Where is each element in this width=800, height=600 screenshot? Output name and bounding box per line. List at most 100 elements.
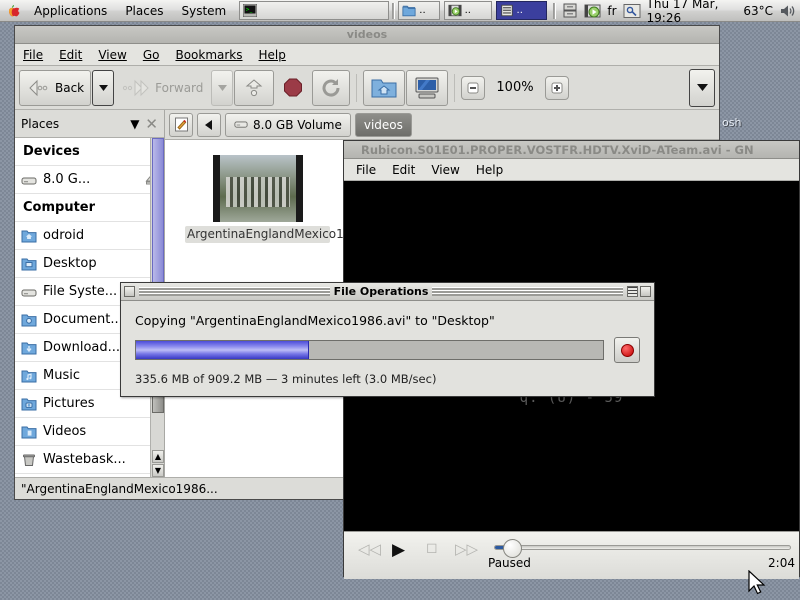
back-label: Back — [55, 80, 85, 95]
fast-forward-icon[interactable]: ▷▷ — [455, 540, 478, 558]
taskbar-item-files[interactable]: .. — [398, 1, 440, 20]
toolbar-separator-2 — [454, 73, 456, 102]
music-folder-icon — [21, 370, 37, 382]
breadcrumb-item-videos[interactable]: videos — [354, 112, 412, 137]
forward-button[interactable]: Forward — [115, 70, 210, 106]
player-menu-view[interactable]: View — [423, 163, 467, 177]
statusbar-text: "ArgentinaEnglandMexico1986... — [21, 481, 218, 496]
file-item-label: ArgentinaEnglandMexico1986.avi — [185, 226, 389, 243]
player-menu-help[interactable]: Help — [468, 163, 511, 177]
terminal-icon: >_ — [243, 4, 258, 17]
titlebar-grip-right — [432, 287, 623, 296]
player-menu-file[interactable]: File — [344, 163, 384, 177]
stop-button[interactable] — [275, 70, 311, 106]
home-folder-icon — [21, 230, 37, 242]
zoom-level: 100% — [496, 80, 534, 95]
tray-volume[interactable] — [776, 3, 800, 19]
zoom-out-icon — [467, 82, 479, 93]
chevron-down-icon — [217, 84, 227, 91]
arrow-left-icon — [205, 119, 212, 130]
taskbar-label: .. — [464, 5, 471, 16]
chevron-down-icon[interactable]: ▼ — [124, 117, 145, 131]
player-titlebar[interactable]: Rubicon.S01E01.PROPER.VOSTFR.HDTV.XviD-A… — [344, 141, 799, 159]
sidebar-item-odroid[interactable]: odroid — [15, 222, 164, 250]
fm-menu-edit[interactable]: Edit — [51, 48, 90, 62]
tray-media[interactable] — [581, 3, 604, 19]
fm-menu-view[interactable]: View — [90, 48, 134, 62]
top-panel: Applications Places System >_ .. .. .. f… — [0, 0, 800, 25]
cancel-operation-button[interactable] — [614, 337, 640, 363]
places-title: Places — [21, 116, 60, 131]
desktop-folder-icon — [21, 258, 37, 270]
sidebar-item-wastebasket[interactable]: Wastebask... — [15, 446, 164, 474]
menu-system[interactable]: System — [172, 1, 235, 21]
file-manager-titlebar[interactable]: videos — [15, 26, 719, 44]
fm-menu-bookmarks[interactable]: Bookmarks — [167, 48, 250, 62]
stop-red-icon — [620, 343, 634, 357]
sidebar-item-videos[interactable]: Videos — [15, 418, 164, 446]
toolbar-separator — [356, 73, 358, 102]
computer-button[interactable] — [406, 69, 449, 106]
menu-applications[interactable]: Applications — [25, 1, 116, 21]
places-group-computer: Computer — [15, 194, 164, 222]
forward-dropdown-button[interactable] — [211, 69, 234, 106]
zoom-in-icon — [551, 82, 563, 93]
file-operations-detail: 335.6 MB of 909.2 MB — 3 minutes left (3… — [135, 372, 437, 386]
forward-label: Forward — [155, 80, 204, 95]
taskbar-item-active-window[interactable]: .. — [495, 1, 547, 20]
scroll-down-arrow[interactable]: ▼ — [152, 464, 164, 477]
pictures-folder-icon — [21, 398, 37, 410]
fm-menu-file[interactable]: File — [15, 48, 51, 62]
menu-places[interactable]: Places — [116, 1, 172, 21]
window-menu-icon[interactable] — [124, 286, 135, 297]
arrow-left-icon — [29, 79, 48, 96]
places-header: Places ▼ ✕ — [15, 110, 164, 138]
tray-key[interactable] — [620, 3, 644, 19]
taskbar-item-terminal[interactable]: >_ — [239, 1, 389, 20]
taskbar-label: .. — [516, 5, 523, 16]
zoom-out-button[interactable] — [461, 75, 486, 100]
player-controls: ◁◁ ▶ ◻ ▷▷ Paused 2:04 — [344, 531, 799, 579]
tray-temperature[interactable]: 63°C — [741, 4, 776, 18]
apple-logo-icon[interactable] — [6, 3, 22, 19]
documents-folder-icon — [21, 314, 37, 326]
file-operations-message: Copying "ArgentinaEnglandMexico1986.avi"… — [135, 313, 495, 328]
drive-icon — [21, 177, 37, 184]
fm-menu-go[interactable]: Go — [135, 48, 168, 62]
file-operations-titlebar[interactable]: File Operations — [121, 283, 654, 301]
seek-slider[interactable] — [494, 539, 791, 558]
breadcrumb-prev-button[interactable] — [197, 112, 221, 137]
taskbar-item-video[interactable]: .. — [443, 1, 492, 20]
arrow-up-icon — [246, 78, 263, 96]
home-button[interactable] — [363, 69, 406, 106]
video-file-icon — [448, 4, 462, 17]
back-button[interactable]: Back — [19, 69, 92, 106]
toolbar-overflow-button[interactable] — [689, 68, 715, 107]
sidebar-item-volume[interactable]: 8.0 G... — [15, 166, 164, 194]
breadcrumb-item-volume[interactable]: 8.0 GB Volume — [225, 112, 351, 137]
zoom-in-button[interactable] — [544, 75, 569, 100]
maximize-icon[interactable] — [640, 286, 651, 297]
tray-drawer[interactable] — [559, 3, 581, 19]
breadcrumb-label: 8.0 GB Volume — [253, 117, 342, 132]
tray-keyboard-layout[interactable]: fr — [604, 4, 619, 18]
scroll-up-arrow[interactable]: ▲ — [152, 450, 164, 463]
reload-button[interactable] — [312, 69, 351, 106]
progress-bar — [135, 340, 604, 360]
stop-square-icon[interactable]: ◻ — [426, 540, 438, 556]
edit-location-button[interactable] — [169, 112, 193, 137]
close-x-icon[interactable]: ✕ — [145, 115, 158, 133]
back-dropdown-button[interactable] — [92, 69, 115, 106]
play-icon[interactable]: ▶ — [392, 540, 405, 560]
sidebar-item-desktop[interactable]: Desktop — [15, 250, 164, 278]
player-menu-edit[interactable]: Edit — [384, 163, 423, 177]
tray-clock[interactable]: Thu 17 Mar, 19:26 — [644, 0, 742, 25]
panel-separator-2 — [552, 2, 557, 19]
progress-bar-fill — [136, 341, 309, 359]
up-button[interactable] — [234, 69, 275, 106]
fm-menu-help[interactable]: Help — [251, 48, 294, 62]
key-icon — [623, 3, 641, 18]
file-item[interactable]: ArgentinaEnglandMexico1986.avi — [185, 155, 389, 243]
minimize-icon[interactable] — [627, 286, 638, 297]
rewind-icon[interactable]: ◁◁ — [358, 540, 381, 558]
